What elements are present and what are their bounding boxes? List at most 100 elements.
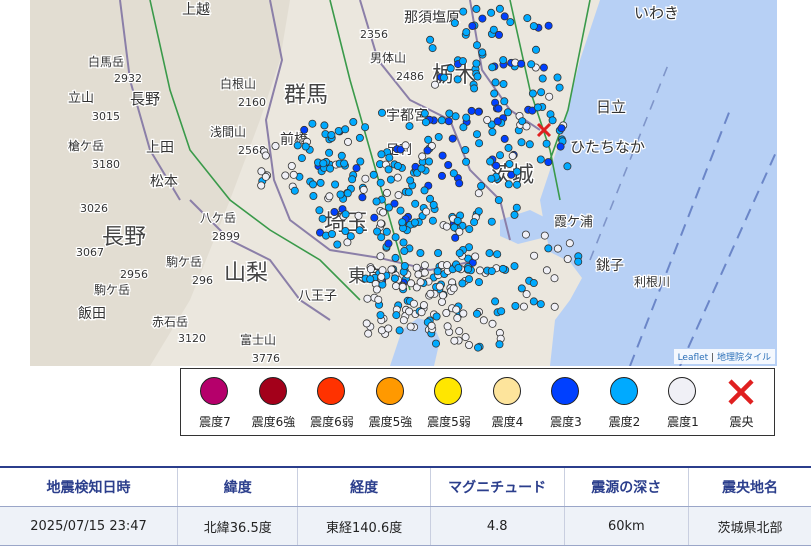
station-marker[interactable] [493,117,502,126]
station-marker[interactable] [495,340,504,349]
station-marker[interactable] [525,140,534,149]
station-marker[interactable] [336,190,345,199]
station-marker[interactable] [508,151,517,160]
station-marker[interactable] [533,103,542,112]
station-marker[interactable] [545,92,554,101]
station-marker[interactable] [478,48,487,57]
station-marker[interactable] [404,188,413,197]
station-marker[interactable] [434,248,443,257]
station-marker[interactable] [455,249,464,258]
station-marker[interactable] [261,151,270,160]
station-marker[interactable] [450,18,459,27]
station-marker[interactable] [376,252,385,261]
station-marker[interactable] [377,108,386,117]
station-marker[interactable] [432,312,441,321]
station-marker[interactable] [346,232,355,241]
station-marker[interactable] [434,132,443,141]
station-marker[interactable] [331,180,340,189]
station-marker[interactable] [420,109,429,118]
station-marker[interactable] [390,199,399,208]
station-marker[interactable] [512,203,521,212]
station-marker[interactable] [462,157,471,166]
station-marker[interactable] [523,14,532,23]
station-marker[interactable] [474,278,483,287]
station-marker[interactable] [401,141,410,150]
station-marker[interactable] [497,307,506,316]
station-marker[interactable] [495,151,504,160]
station-marker[interactable] [430,80,439,89]
station-marker[interactable] [462,28,471,37]
station-marker[interactable] [472,59,481,68]
station-marker[interactable] [449,284,458,293]
station-marker[interactable] [458,57,467,66]
station-marker[interactable] [487,174,496,183]
station-marker[interactable] [503,108,512,117]
station-marker[interactable] [293,141,302,150]
station-marker[interactable] [417,308,426,317]
station-marker[interactable] [553,244,562,253]
station-marker[interactable] [352,164,361,173]
station-marker[interactable] [556,142,565,151]
station-marker[interactable] [537,88,546,97]
station-marker[interactable] [470,218,479,227]
station-marker[interactable] [376,219,385,228]
station-marker[interactable] [467,106,476,115]
station-marker[interactable] [461,333,470,342]
station-marker[interactable] [464,340,473,349]
station-marker[interactable] [301,142,310,151]
station-marker[interactable] [377,233,386,242]
station-marker[interactable] [341,125,350,134]
station-marker[interactable] [429,200,438,209]
station-marker[interactable] [472,4,481,13]
station-marker[interactable] [517,284,526,293]
station-marker[interactable] [424,157,433,166]
station-marker[interactable] [542,266,551,275]
station-marker[interactable] [504,180,513,189]
station-marker[interactable] [475,266,484,275]
station-marker[interactable] [400,246,409,255]
station-marker[interactable] [421,118,430,127]
station-marker[interactable] [343,189,352,198]
station-marker[interactable] [512,167,521,176]
station-marker[interactable] [412,263,421,272]
station-marker[interactable] [416,248,425,257]
station-marker[interactable] [399,238,408,247]
gsi-tile-link[interactable]: 地理院タイル [717,353,771,363]
station-marker[interactable] [483,116,492,125]
station-marker[interactable] [309,191,318,200]
station-marker[interactable] [416,278,425,287]
station-marker[interactable] [406,176,415,185]
station-marker[interactable] [426,289,435,298]
station-marker[interactable] [479,316,488,325]
station-marker[interactable] [487,267,496,276]
station-marker[interactable] [387,265,396,274]
station-marker[interactable] [494,104,503,113]
station-marker[interactable] [521,230,530,239]
station-marker[interactable] [300,125,309,134]
station-marker[interactable] [563,162,572,171]
station-marker[interactable] [487,217,496,226]
station-marker[interactable] [445,109,454,118]
station-marker[interactable] [459,7,468,16]
station-marker[interactable] [443,322,452,331]
station-marker[interactable] [465,225,474,234]
station-marker[interactable] [374,295,383,304]
station-marker[interactable] [491,78,500,87]
station-marker[interactable] [420,261,429,270]
station-marker[interactable] [340,159,349,168]
station-marker[interactable] [438,291,447,300]
station-marker[interactable] [391,282,400,291]
station-marker[interactable] [410,218,419,227]
station-marker[interactable] [557,124,566,133]
station-marker[interactable] [341,210,350,219]
earthquake-map[interactable]: 上越 白馬岳 2932 立山 3015 長野 白根山 2160 浅間山 2568 槍ケ岳 3180 上田… [30,0,777,366]
station-marker[interactable] [473,72,482,81]
station-marker[interactable] [530,251,539,260]
station-marker[interactable] [510,210,519,219]
station-marker[interactable] [417,164,426,173]
station-marker[interactable] [439,73,448,82]
station-marker[interactable] [396,206,405,215]
station-marker[interactable] [348,175,357,184]
station-marker[interactable] [290,186,299,195]
station-marker[interactable] [474,189,483,198]
